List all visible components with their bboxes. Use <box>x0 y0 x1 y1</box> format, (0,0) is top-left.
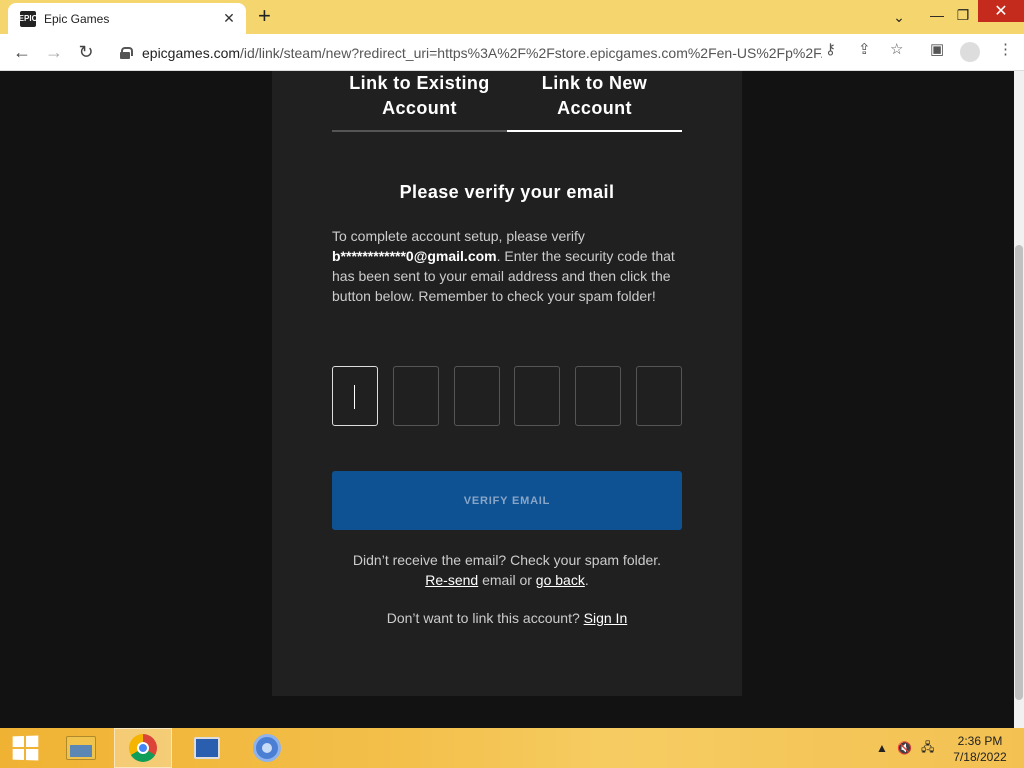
tab-link-new-account[interactable]: Link to New Account <box>507 71 682 132</box>
chrome-alt-icon <box>253 734 281 762</box>
reload-icon[interactable]: ↻ <box>74 40 98 64</box>
key-icon[interactable]: ⚷ <box>825 40 836 58</box>
more-menu-icon[interactable]: ⋮ <box>998 40 1013 58</box>
taskbar-chrome-2[interactable] <box>242 728 292 768</box>
browser-tab[interactable]: EPIC Epic Games ✕ <box>8 3 246 34</box>
bookmark-star-icon[interactable]: ☆ <box>890 40 903 58</box>
resend-help-text: Didn’t receive the email? Check your spa… <box>352 552 662 588</box>
code-digit-input-1[interactable] <box>332 366 378 426</box>
tab-link-existing-account[interactable]: Link to Existing Account <box>332 71 507 132</box>
chrome-icon <box>129 734 157 762</box>
system-clock[interactable]: 2:36 PM 7/18/2022 <box>950 733 1010 765</box>
page-title: Please verify your email <box>399 182 615 202</box>
browser-toolbar: ← → ↻ epicgames.com/id/link/steam/new?re… <box>0 34 1024 71</box>
page-viewport: Link to Existing Account Link to New Acc… <box>0 71 1014 728</box>
resend-link[interactable]: Re-send <box>425 572 478 588</box>
taskbar-chrome[interactable] <box>114 728 172 768</box>
security-code-inputs <box>332 366 682 426</box>
url-text[interactable]: epicgames.com/id/link/steam/new?redirect… <box>142 45 822 61</box>
start-button[interactable] <box>0 728 50 768</box>
text-caret <box>354 385 355 409</box>
profile-avatar-icon[interactable] <box>960 42 980 62</box>
new-tab-button[interactable]: + <box>258 5 271 27</box>
go-back-link[interactable]: go back <box>536 572 585 588</box>
back-arrow-icon[interactable]: ← <box>10 40 34 64</box>
epic-games-favicon-icon: EPIC <box>19 10 37 27</box>
page-scrollbar[interactable] <box>1014 71 1024 728</box>
close-window-button[interactable]: ✕ <box>978 0 1024 22</box>
file-explorer-icon <box>66 736 96 760</box>
clock-date: 7/18/2022 <box>953 750 1007 764</box>
lock-icon[interactable] <box>120 46 133 59</box>
windows-taskbar: ▲ 🔇 🖧 2:36 PM 7/18/2022 <box>0 728 1024 768</box>
taskbar-file-explorer[interactable] <box>56 728 106 768</box>
scrollbar-thumb[interactable] <box>1015 245 1023 700</box>
restore-button[interactable]: ❐ <box>948 0 978 30</box>
share-icon[interactable]: ⇪ <box>858 40 871 58</box>
remote-desktop-icon <box>194 737 220 759</box>
code-digit-input-2[interactable] <box>392 366 439 426</box>
code-digit-input-6[interactable] <box>635 366 682 426</box>
tab-title: Epic Games <box>44 11 110 26</box>
sign-in-prompt: Don’t want to link this account? Sign In <box>386 610 628 626</box>
show-hidden-icons-icon[interactable]: ▲ <box>876 728 888 768</box>
volume-muted-icon[interactable]: 🔇 <box>897 728 912 768</box>
address-bar[interactable]: epicgames.com/id/link/steam/new?redirect… <box>108 38 918 67</box>
code-digit-input-5[interactable] <box>575 366 622 426</box>
forward-arrow-icon[interactable]: → <box>42 40 66 64</box>
windows-logo-icon <box>12 735 39 761</box>
sign-in-link[interactable]: Sign In <box>584 610 628 626</box>
code-digit-input-3[interactable] <box>453 366 500 426</box>
verify-email-button[interactable]: VERIFY EMAIL <box>332 471 682 530</box>
tab-close-icon[interactable]: ✕ <box>220 10 238 27</box>
link-account-tabs: Link to Existing Account Link to New Acc… <box>332 71 682 132</box>
tab-search-chevron-down-icon[interactable]: ⌄ <box>884 2 914 32</box>
browser-tab-strip: EPIC Epic Games ✕ + ⌄ — ❐ ✕ <box>0 0 1024 34</box>
code-digit-input-4[interactable] <box>514 366 561 426</box>
network-icon[interactable]: 🖧 <box>921 728 934 768</box>
masked-email: b************0@gmail.com <box>332 248 497 264</box>
side-panel-icon[interactable]: ▣ <box>930 40 944 58</box>
clock-time: 2:36 PM <box>957 734 1003 748</box>
link-account-card: Link to Existing Account Link to New Acc… <box>272 71 742 696</box>
taskbar-remote-desktop[interactable] <box>182 728 232 768</box>
verification-instructions: To complete account setup, please verify… <box>332 228 675 304</box>
